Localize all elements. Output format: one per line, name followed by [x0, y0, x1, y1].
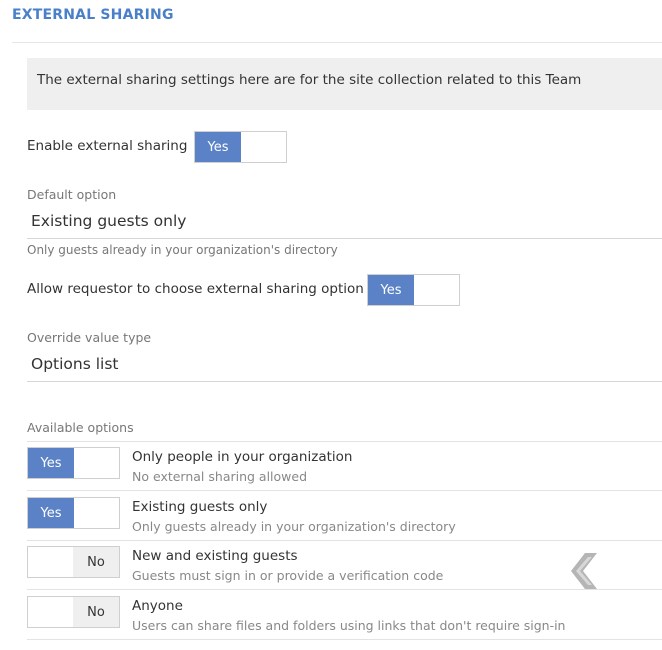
override-value-type-label: Override value type — [27, 330, 152, 345]
option-toggle-existing-guests-only[interactable]: Yes — [27, 497, 120, 529]
option-description: Users can share files and folders using … — [132, 618, 566, 633]
default-option-label: Default option — [27, 187, 117, 202]
allow-requestor-label: Allow requestor to choose external shari… — [27, 281, 364, 297]
option-divider — [27, 540, 662, 541]
option-title: Anyone — [132, 598, 183, 614]
toggle-state-label: Yes — [195, 132, 241, 162]
override-value-type-select[interactable]: Options list — [27, 350, 662, 382]
toggle-state-label: No — [73, 597, 119, 627]
option-title: Existing guests only — [132, 499, 268, 515]
option-description: No external sharing allowed — [132, 469, 308, 484]
chevron-left-icon[interactable] — [569, 551, 599, 591]
toggle-state-label: Yes — [28, 498, 74, 528]
option-description: Only guests already in your organization… — [132, 519, 456, 534]
option-title: Only people in your organization — [132, 449, 353, 465]
toggle-state-label: No — [73, 547, 119, 577]
option-divider — [27, 490, 662, 491]
default-option-select[interactable]: Existing guests only — [27, 207, 662, 239]
default-option-value: Existing guests only — [31, 212, 187, 230]
enable-external-sharing-label: Enable external sharing — [27, 138, 188, 154]
info-banner: The external sharing settings here are f… — [27, 58, 662, 110]
option-divider — [27, 441, 662, 442]
option-description: Guests must sign in or provide a verific… — [132, 568, 444, 583]
option-toggle-new-and-existing-guests[interactable]: No — [27, 546, 120, 578]
allow-requestor-toggle[interactable]: Yes — [367, 274, 460, 306]
title-divider — [12, 42, 662, 43]
section-title: EXTERNAL SHARING — [12, 7, 174, 23]
toggle-state-label: Yes — [368, 275, 414, 305]
enable-external-sharing-toggle[interactable]: Yes — [194, 131, 287, 163]
option-divider — [27, 639, 662, 640]
option-toggle-anyone[interactable]: No — [27, 596, 120, 628]
available-options-label: Available options — [27, 420, 134, 435]
option-divider — [27, 589, 662, 590]
toggle-state-label: Yes — [28, 448, 74, 478]
info-banner-text: The external sharing settings here are f… — [37, 72, 582, 88]
default-option-hint: Only guests already in your organization… — [27, 243, 338, 257]
option-toggle-only-people-in-org[interactable]: Yes — [27, 447, 120, 479]
option-title: New and existing guests — [132, 548, 298, 564]
override-value-type-value: Options list — [31, 355, 119, 373]
